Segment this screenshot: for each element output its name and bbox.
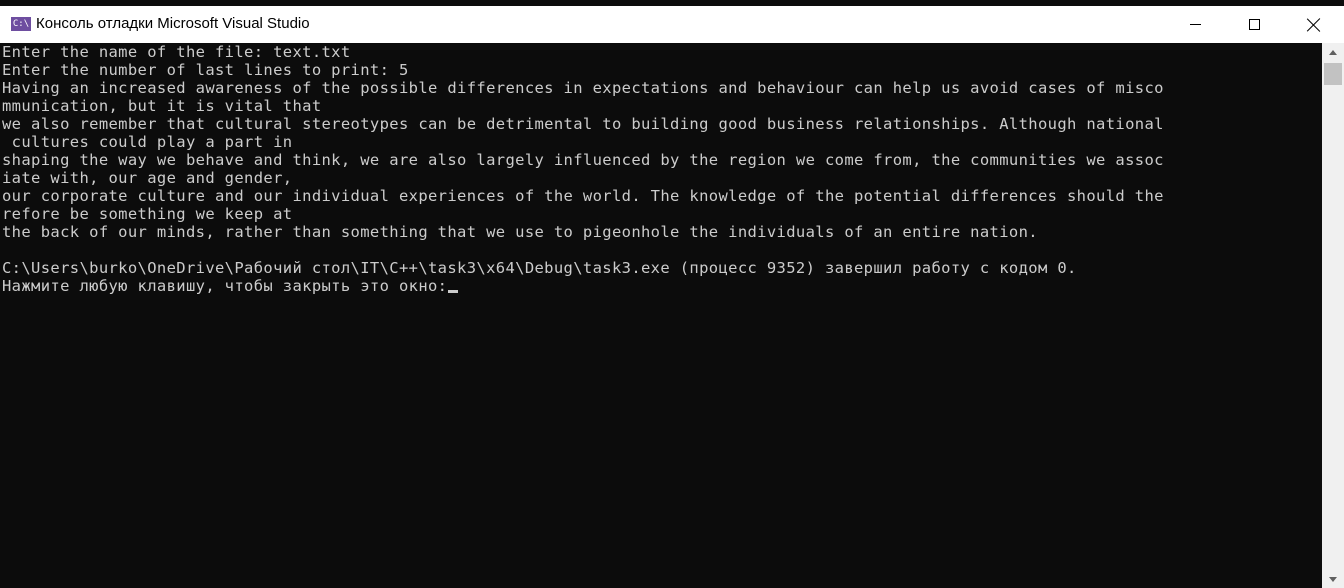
- minimize-icon: [1189, 24, 1201, 25]
- console-prompt: Нажмите любую клавишу, чтобы закрыть это…: [2, 277, 448, 295]
- text-cursor: [448, 290, 459, 293]
- console-window: C:\ Консоль отладки Microsoft Visual Stu…: [0, 0, 1344, 588]
- arrow-down-icon: [1329, 576, 1337, 582]
- scroll-up-button[interactable]: [1322, 43, 1344, 61]
- console-line: refore be something we keep at: [2, 205, 293, 223]
- console-line: our corporate culture and our individual…: [2, 187, 1164, 205]
- console-line: mmunication, but it is vital that: [2, 97, 322, 115]
- console-prompt-line: Нажмите любую клавишу, чтобы закрыть это…: [2, 277, 459, 295]
- vertical-scrollbar[interactable]: [1322, 43, 1344, 588]
- console-line: Enter the number of last lines to print:…: [2, 61, 409, 79]
- console-line: iate with, our age and gender,: [2, 169, 293, 187]
- console-line: shaping the way we behave and think, we …: [2, 151, 1164, 169]
- scroll-thumb[interactable]: [1324, 63, 1342, 85]
- console-output[interactable]: Enter the name of the file: text.txt Ent…: [0, 43, 1322, 588]
- console-line: C:\Users\burko\OneDrive\Рабочий стол\IT\…: [2, 259, 1077, 277]
- scroll-down-button[interactable]: [1322, 570, 1344, 588]
- console-line: the back of our minds, rather than somet…: [2, 223, 1038, 241]
- console-line: cultures could play a part in: [2, 133, 293, 151]
- maximize-icon: [1248, 19, 1260, 30]
- console-line: we also remember that cultural stereotyp…: [2, 115, 1164, 133]
- close-icon: [1307, 18, 1321, 32]
- arrow-up-icon: [1329, 49, 1337, 55]
- title-bar[interactable]: C:\ Консоль отладки Microsoft Visual Stu…: [0, 0, 1344, 43]
- console-line: Enter the name of the file: text.txt: [2, 43, 351, 61]
- console-line: Having an increased awareness of the pos…: [2, 79, 1164, 97]
- maximize-button[interactable]: [1225, 6, 1283, 43]
- minimize-button[interactable]: [1166, 6, 1224, 43]
- console-app-icon: C:\: [11, 17, 31, 31]
- window-title: Консоль отладки Microsoft Visual Studio: [36, 15, 310, 32]
- close-button[interactable]: [1284, 6, 1344, 43]
